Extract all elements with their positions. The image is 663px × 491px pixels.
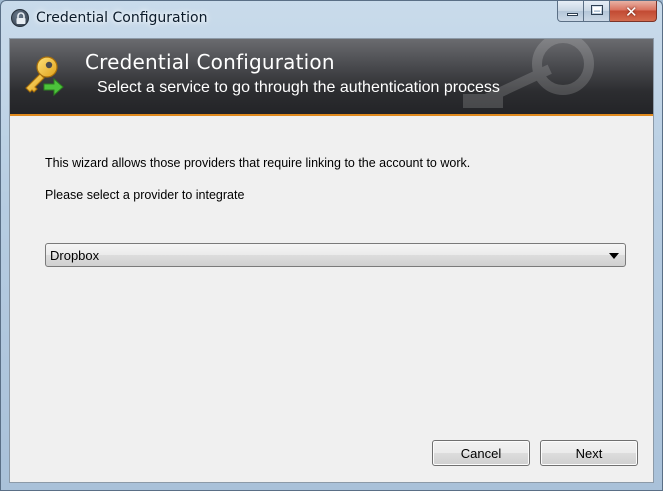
provider-prompt: Please select a provider to integrate (45, 188, 245, 202)
close-icon: ✕ (625, 3, 638, 21)
cancel-button[interactable]: Cancel (432, 440, 530, 466)
banner-title: Credential Configuration (85, 50, 335, 74)
chevron-down-icon[interactable] (609, 253, 619, 259)
provider-select[interactable]: Dropbox (45, 243, 626, 267)
key-arrow-icon (25, 56, 64, 97)
caption-buttons: ✕ (557, 1, 657, 23)
lock-icon (11, 9, 29, 27)
window-title: Credential Configuration (36, 10, 208, 26)
close-button[interactable]: ✕ (610, 1, 657, 22)
title-bar[interactable]: Credential Configuration ✕ (1, 1, 662, 37)
maximize-icon (591, 5, 603, 15)
minimize-button[interactable] (557, 1, 584, 22)
key-watermark-icon (463, 39, 594, 108)
provider-select-value: Dropbox (50, 248, 100, 263)
minimize-icon (567, 13, 578, 16)
wizard-client-area: Credential Configuration Select a servic… (9, 38, 654, 483)
maximize-button[interactable] (584, 1, 610, 22)
intro-text: This wizard allows those providers that … (45, 156, 471, 170)
wizard-banner: Credential Configuration Select a servic… (10, 39, 653, 116)
credential-configuration-window: Credential Configuration ✕ Credential Co… (0, 0, 663, 491)
banner-subtitle: Select a service to go through the authe… (97, 79, 500, 96)
next-button[interactable]: Next (540, 440, 638, 466)
